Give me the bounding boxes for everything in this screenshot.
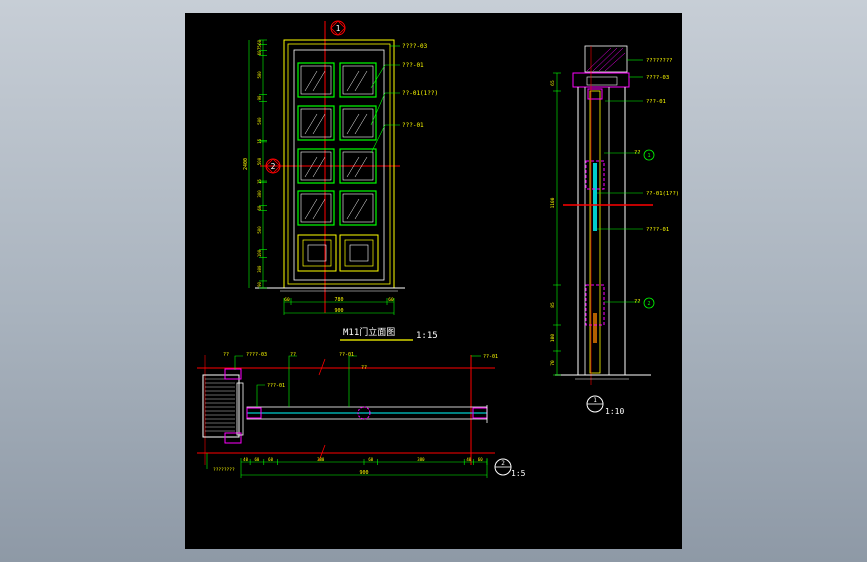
vsec-callout-7: ?? <box>634 299 641 305</box>
hsec-dim-7: 40 <box>466 457 471 462</box>
hsec-dim-8: 60 <box>478 457 483 462</box>
door-elevation: 1 2 ????-03 ???-01 ??-01(1??) ???-01 607… <box>243 20 438 341</box>
vsec-marker-1-label: 1 <box>647 153 650 159</box>
elev-callout-3: ??-01(1??) <box>402 90 438 97</box>
elev-dim-left-10: 300 <box>257 190 262 198</box>
vsec-dim-2: 1100 <box>550 197 556 208</box>
hsec-dim-4: 380 <box>317 457 325 462</box>
hsec-callout-4: ??-01 <box>339 352 354 358</box>
elev-callout-4: ???-01 <box>402 122 424 129</box>
elev-dim-bottom-3: 60 <box>388 297 394 303</box>
vsec-scale: 1:10 <box>605 407 624 416</box>
hsec-title-marker-label: 2 <box>501 460 505 467</box>
section-marker-2-label: 2 <box>271 162 276 171</box>
elev-dim-left-5: 90 <box>257 95 262 100</box>
horizontal-section: ?? ????-03 ?? ??-01 ?? ??-01 ???-01 40 60… <box>197 352 526 478</box>
elev-dim-left-2: 75 <box>257 45 262 50</box>
hsec-dim-2: 60 <box>254 457 259 462</box>
elev-dim-left-9: 15 <box>257 179 262 184</box>
elev-callout-1: ????-03 <box>402 43 428 50</box>
elevation-scale: 1:15 <box>416 331 438 341</box>
elev-dim-bottom-1: 60 <box>284 297 290 303</box>
elev-dim-left-11: 60 <box>257 205 262 210</box>
vsec-callout-2: ????-03 <box>646 75 669 81</box>
elev-callout-2: ???-01 <box>402 62 424 69</box>
elev-dim-left-1: 60 <box>257 39 262 44</box>
vsec-callout-1: ???????? <box>646 58 673 64</box>
elev-dim-left-8: 500 <box>257 157 262 165</box>
vsec-callout-4: ?? <box>634 150 641 156</box>
elev-dim-bottom-2: 780 <box>334 297 343 303</box>
elev-dim-left-14: 300 <box>257 265 262 273</box>
hsec-callout-1: ?? <box>223 352 229 358</box>
vsec-dim-4: 100 <box>550 334 556 342</box>
hsec-dim-1: 40 <box>243 457 248 462</box>
elev-dim-left-15: 90 <box>257 282 262 287</box>
hsec-callout-5: ?? <box>361 365 367 371</box>
elev-dim-left-12: 500 <box>257 226 262 234</box>
hsec-callout-2: ????-03 <box>246 352 267 358</box>
elev-dim-left-7: 15 <box>257 138 262 143</box>
section-marker-1-label: 1 <box>336 24 341 33</box>
vsec-callout-6: ????-01 <box>646 227 669 233</box>
hsec-dim-5: 60 <box>368 457 373 462</box>
hsec-scale: 1:5 <box>511 469 526 478</box>
lower-panels <box>297 234 379 272</box>
vsec-title-marker-label: 1 <box>593 397 597 404</box>
hsec-callout-3: ?? <box>290 352 296 358</box>
elev-dim-left-3: 60 <box>257 50 262 55</box>
vertical-section: ???????? ????-03 ???-01 ?? ??-01(1??) ??… <box>550 45 679 416</box>
vsec-dim-3: 85 <box>550 302 556 308</box>
elev-dim-left-4: 500 <box>257 71 262 79</box>
vsec-callout-5: ??-01(1??) <box>646 191 679 197</box>
hsec-callout-7: ???-01 <box>267 383 285 389</box>
cad-viewport[interactable]: 1 2 ????-03 ???-01 ??-01(1??) ???-01 60 7… <box>185 13 682 549</box>
vsec-marker-2-label: 2 <box>647 301 650 307</box>
vsec-dim-1: 65 <box>550 80 556 86</box>
elev-dim-total-left: 2400 <box>243 158 249 170</box>
vsec-callout-3: ???-01 <box>646 99 666 105</box>
vsec-dim-5: 70 <box>550 360 556 366</box>
elevation-title: M11门立面图 <box>343 326 395 338</box>
hsec-dim-6: 380 <box>417 457 425 462</box>
hsec-dim-3: 60 <box>268 457 273 462</box>
elev-dim-left-13: 100 <box>257 249 262 257</box>
elev-dim-left-6: 500 <box>257 117 262 125</box>
elev-dim-bottom-total: 900 <box>334 308 343 314</box>
hsec-callout-6: ??-01 <box>483 354 498 360</box>
glass-panels <box>297 62 377 226</box>
hsec-dim-total: 900 <box>359 470 368 476</box>
hsec-note: ???????? <box>213 467 235 473</box>
cad-drawing: 1 2 ????-03 ???-01 ??-01(1??) ???-01 607… <box>197 20 679 478</box>
